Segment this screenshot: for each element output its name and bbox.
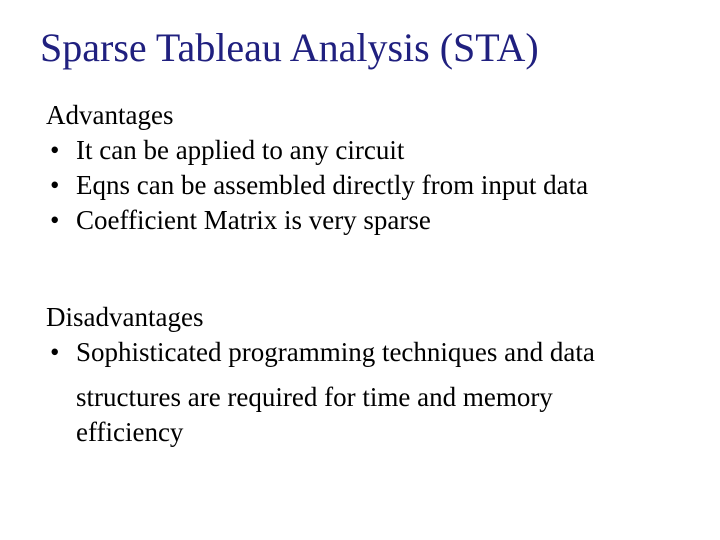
advantages-list: It can be applied to any circuit Eqns ca… [46, 133, 680, 238]
advantages-item-2: Eqns can be assembled directly from inpu… [46, 168, 680, 203]
spacer [40, 248, 680, 284]
advantages-heading: Advantages [46, 100, 680, 131]
disadvantages-item-1-cont-1: structures are required for time and mem… [46, 380, 680, 415]
disadvantages-list: Sophisticated programming techniques and… [46, 335, 680, 370]
disadvantages-heading: Disadvantages [46, 302, 680, 333]
slide: Sparse Tableau Analysis (STA) Advantages… [0, 0, 720, 540]
disadvantages-item-1: Sophisticated programming techniques and… [46, 335, 680, 370]
disadvantages-item-1-cont-2: efficiency [46, 415, 680, 450]
slide-title: Sparse Tableau Analysis (STA) [40, 26, 680, 70]
advantages-item-3: Coefficient Matrix is very sparse [46, 203, 680, 238]
advantages-item-1: It can be applied to any circuit [46, 133, 680, 168]
